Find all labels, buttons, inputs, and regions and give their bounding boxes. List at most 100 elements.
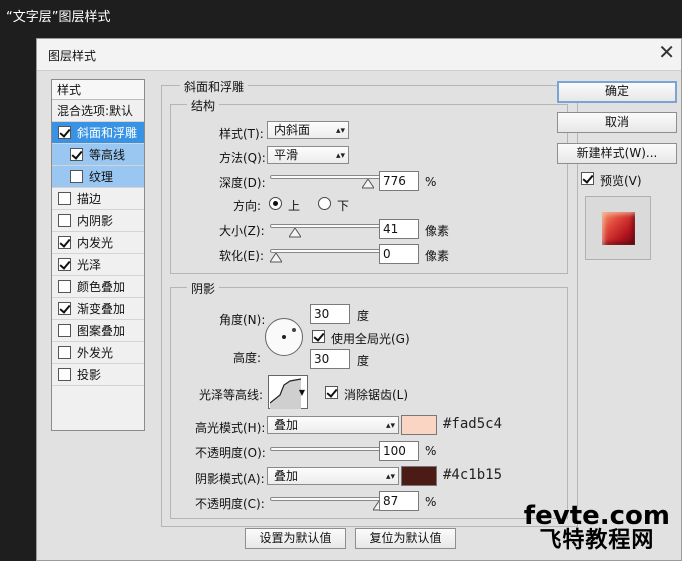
altitude-label: 高度:: [233, 351, 262, 365]
dialog-title: 图层样式: [48, 49, 97, 63]
style-item-bevel-emboss[interactable]: 斜面和浮雕: [52, 122, 144, 144]
altitude-unit: 度: [357, 354, 370, 368]
satin-checkbox[interactable]: [58, 258, 71, 271]
highlight-mode-value: 叠加: [274, 418, 299, 432]
preview-label: 预览(V): [600, 174, 642, 188]
soften-unit: 像素: [425, 249, 450, 263]
shadow-hex-text: #4c1b15: [443, 467, 503, 483]
size-slider-thumb[interactable]: [288, 228, 301, 238]
technique-select[interactable]: 平滑 ▴▾: [267, 146, 349, 164]
global-light-label: 使用全局光(G): [331, 332, 410, 346]
size-label: 大小(Z):: [219, 224, 265, 238]
gradient-overlay-checkbox[interactable]: [58, 302, 71, 315]
pattern-overlay-checkbox[interactable]: [58, 324, 71, 337]
shadow-mode-select[interactable]: 叠加 ▴▾: [267, 467, 399, 485]
highlight-opacity-input[interactable]: 100: [379, 441, 419, 461]
global-light-checkbox[interactable]: [312, 330, 325, 343]
soften-input[interactable]: 0: [379, 244, 419, 264]
make-default-button[interactable]: 设置为默认值: [245, 528, 346, 549]
style-item-drop-shadow[interactable]: 投影: [52, 364, 144, 386]
chevron-down-icon: ▼: [298, 388, 305, 397]
soften-label: 软化(E):: [219, 249, 264, 263]
ok-button[interactable]: 确定: [557, 81, 677, 103]
drop-shadow-checkbox[interactable]: [58, 368, 71, 381]
shadow-mode-value: 叠加: [274, 469, 299, 483]
angle-input[interactable]: 30: [310, 304, 350, 324]
highlight-color-swatch[interactable]: [401, 415, 437, 435]
color-overlay-checkbox[interactable]: [58, 280, 71, 293]
direction-label: 方向:: [233, 199, 262, 213]
chevron-updown-icon: ▴▾: [385, 421, 395, 431]
styles-list: 样式 混合选项:默认 斜面和浮雕 等高线 纹理 描边 内阴影 内发光 光泽 颜色…: [51, 79, 145, 431]
highlight-opacity-unit: %: [425, 444, 437, 458]
inner-shadow-checkbox[interactable]: [58, 214, 71, 227]
highlight-opacity-label: 不透明度(O):: [195, 446, 266, 460]
preview-swatch: [602, 212, 635, 245]
shadow-color-swatch[interactable]: [401, 466, 437, 486]
depth-input[interactable]: 776: [379, 171, 419, 191]
direction-up-label: 上: [288, 199, 301, 213]
angle-label: 角度(N):: [219, 313, 266, 327]
direction-down-radio[interactable]: [318, 197, 331, 210]
style-item-outer-glow[interactable]: 外发光: [52, 342, 144, 364]
angle-unit: 度: [357, 309, 370, 323]
blending-options-item[interactable]: 混合选项:默认: [52, 100, 144, 122]
outer-glow-checkbox[interactable]: [58, 346, 71, 359]
styles-header[interactable]: 样式: [52, 80, 144, 100]
style-item-satin[interactable]: 光泽: [52, 254, 144, 276]
style-item-stroke[interactable]: 描边: [52, 188, 144, 210]
new-style-button[interactable]: 新建样式(W)...: [557, 143, 677, 164]
bevel-emboss-group-title: 斜面和浮雕: [180, 78, 249, 95]
angle-dial-handle: [292, 328, 296, 332]
structure-group-title: 结构: [187, 97, 220, 114]
antialias-checkbox[interactable]: [325, 386, 338, 399]
inner-glow-checkbox[interactable]: [58, 236, 71, 249]
dialog-titlebar: 图层样式 ✕: [37, 39, 681, 71]
shadow-opacity-unit: %: [425, 495, 437, 509]
style-item-inner-glow[interactable]: 内发光: [52, 232, 144, 254]
gloss-contour-label: 光泽等高线:: [199, 388, 264, 402]
preview-thumbnail: [585, 196, 651, 260]
size-unit: 像素: [425, 224, 450, 238]
depth-unit: %: [425, 175, 437, 189]
style-select[interactable]: 内斜面 ▴▾: [267, 121, 349, 139]
highlight-mode-label: 高光模式(H):: [195, 421, 266, 435]
layer-style-dialog: 图层样式 ✕ 样式 混合选项:默认 斜面和浮雕 等高线 纹理 描边 内阴影 内发…: [36, 38, 682, 561]
depth-label: 深度(D):: [219, 176, 266, 190]
style-item-contour[interactable]: 等高线: [52, 144, 144, 166]
chevron-updown-icon: ▴▾: [335, 151, 345, 161]
direction-down-label: 下: [337, 199, 350, 213]
texture-checkbox[interactable]: [70, 170, 83, 183]
stroke-checkbox[interactable]: [58, 192, 71, 205]
style-select-value: 内斜面: [274, 123, 311, 137]
style-item-color-overlay[interactable]: 颜色叠加: [52, 276, 144, 298]
shadow-opacity-input[interactable]: 87: [379, 491, 419, 511]
style-item-gradient-overlay[interactable]: 渐变叠加: [52, 298, 144, 320]
close-icon[interactable]: ✕: [658, 42, 675, 62]
angle-dial[interactable]: [265, 318, 303, 356]
watermark: fevte.com 飞特教程网: [524, 503, 670, 553]
reset-default-button[interactable]: 复位为默认值: [355, 528, 456, 549]
style-item-inner-shadow[interactable]: 内阴影: [52, 210, 144, 232]
technique-label: 方法(Q):: [219, 151, 266, 165]
contour-checkbox[interactable]: [70, 148, 83, 161]
chevron-updown-icon: ▴▾: [385, 472, 395, 482]
preview-checkbox[interactable]: [581, 172, 594, 185]
cancel-button[interactable]: 取消: [557, 112, 677, 133]
gloss-contour-picker[interactable]: ▼: [268, 375, 308, 409]
size-input[interactable]: 41: [379, 219, 419, 239]
bevel-emboss-checkbox[interactable]: [58, 126, 71, 139]
depth-slider-thumb[interactable]: [361, 179, 374, 189]
antialias-label: 消除锯齿(L): [344, 388, 409, 402]
highlight-mode-select[interactable]: 叠加 ▴▾: [267, 416, 399, 434]
direction-up-radio[interactable]: [269, 197, 282, 210]
shading-group-title: 阴影: [187, 280, 220, 297]
soften-slider-thumb[interactable]: [270, 253, 282, 263]
altitude-input[interactable]: 30: [310, 349, 350, 369]
shadow-mode-label: 阴影模式(A):: [195, 472, 265, 486]
style-item-pattern-overlay[interactable]: 图案叠加: [52, 320, 144, 342]
style-item-texture[interactable]: 纹理: [52, 166, 144, 188]
highlight-hex-text: #fad5c4: [443, 416, 503, 432]
contour-curve-icon: [270, 378, 301, 409]
watermark-site-name: 飞特教程网: [539, 528, 655, 553]
